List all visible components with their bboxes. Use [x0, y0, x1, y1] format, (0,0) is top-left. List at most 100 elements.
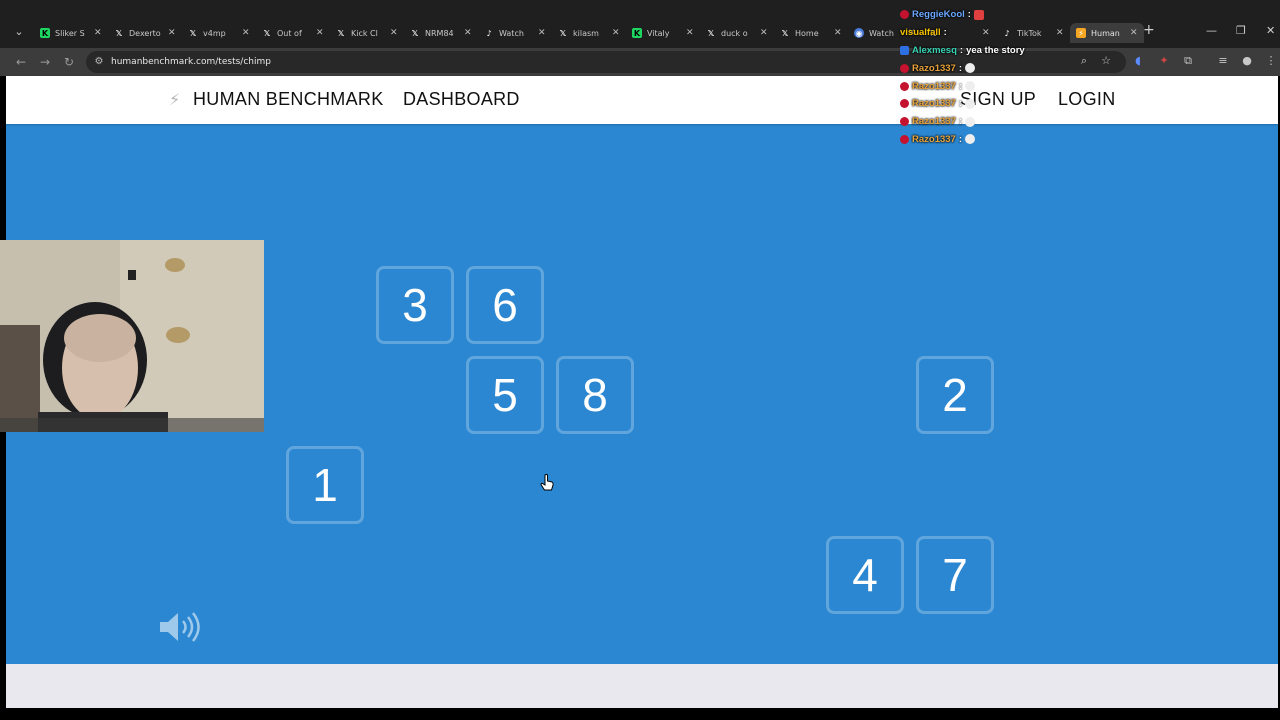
- chat-separator: :: [958, 80, 963, 92]
- hand-cursor-icon: [540, 474, 554, 491]
- twitch-icon: ◉: [854, 28, 864, 38]
- media-controls-icon[interactable]: ≡: [1215, 53, 1231, 69]
- browser-tab[interactable]: K Vitaly ✕: [626, 23, 700, 43]
- number-tile[interactable]: 4: [826, 536, 904, 614]
- chat-username: ReggieKool: [912, 9, 965, 21]
- browser-tab-title: Watch: [499, 28, 524, 38]
- browser-tab[interactable]: 𝕏 Dexerto ✕: [108, 23, 182, 43]
- chat-emote-icon: [973, 9, 984, 20]
- minimize-icon[interactable]: —: [1206, 24, 1217, 37]
- browser-tab[interactable]: 𝕏 Out of ✕: [256, 23, 330, 43]
- chat-username: Razo1337: [912, 133, 956, 145]
- browser-tab[interactable]: 𝕏 NRM84 ✕: [404, 23, 478, 43]
- browser-toolbar: ← → ↻ ⚙ humanbenchmark.com/tests/chimp ⌕…: [0, 48, 1280, 76]
- reload-icon[interactable]: ↻: [60, 53, 78, 71]
- back-icon[interactable]: ←: [12, 53, 30, 71]
- browser-tab-title: Human: [1091, 28, 1120, 38]
- humanbenchmark-icon: ⚡: [1076, 28, 1086, 38]
- chat-text: yea the story: [966, 44, 1025, 56]
- browser-tab-title: v4mp: [203, 28, 226, 38]
- browser-tab-title: Sliker S: [55, 28, 85, 38]
- x-icon: 𝕏: [559, 28, 567, 38]
- tab-close-icon[interactable]: ✕: [538, 28, 546, 38]
- kick-icon: K: [40, 28, 50, 38]
- tab-close-icon[interactable]: ✕: [94, 28, 102, 38]
- window-close-icon[interactable]: ✕: [1266, 24, 1275, 37]
- number-tile[interactable]: 6: [466, 266, 544, 344]
- login-link[interactable]: LOGIN: [1058, 89, 1116, 110]
- profile-avatar-icon[interactable]: ●: [1239, 53, 1255, 69]
- brand-link[interactable]: HUMAN BENCHMARK: [193, 89, 384, 110]
- number-tile[interactable]: 8: [556, 356, 634, 434]
- chat-separator: :: [958, 133, 963, 145]
- browser-tab[interactable]: ♪ Watch ✕: [478, 23, 552, 43]
- extensions-puzzle-icon[interactable]: ⧉: [1180, 53, 1196, 69]
- browser-tab-title: Kick Cl: [351, 28, 378, 38]
- x-icon: 𝕏: [411, 28, 419, 38]
- chat-badge-icon: [900, 45, 909, 55]
- url-text[interactable]: humanbenchmark.com/tests/chimp: [111, 55, 271, 69]
- chat-separator: :: [943, 27, 947, 39]
- speaker-icon[interactable]: [158, 610, 204, 644]
- page-footer: [6, 664, 1278, 708]
- chat-message: Razo1337:: [900, 95, 1060, 113]
- number-tile[interactable]: 7: [916, 536, 994, 614]
- tab-close-icon[interactable]: ✕: [760, 28, 768, 38]
- number-tile[interactable]: 3: [376, 266, 454, 344]
- tab-close-icon[interactable]: ✕: [464, 28, 472, 38]
- tab-close-icon[interactable]: ✕: [612, 28, 620, 38]
- browser-tab-title: duck o: [721, 28, 748, 38]
- number-tile[interactable]: 1: [286, 446, 364, 524]
- kick-icon: K: [632, 28, 642, 38]
- lightning-bolt-icon[interactable]: ⚡: [169, 90, 180, 109]
- x-icon: 𝕏: [115, 28, 123, 38]
- browser-tab[interactable]: K Sliker S ✕: [34, 23, 108, 43]
- stream-chat-overlay: ReggieKool: visualfall: Alexmesq: yea the s…: [900, 6, 1060, 148]
- browser-tab[interactable]: 𝕏duck o ✕: [700, 23, 774, 43]
- screen: ⌄ K Sliker S ✕ 𝕏 Dexerto ✕ 𝕏v4mp ✕ 𝕏 Out of ✕ 𝕏 Kick…: [0, 0, 1280, 720]
- browser-tab[interactable]: 𝕏v4mp ✕: [182, 23, 256, 43]
- tab-close-icon[interactable]: ✕: [686, 28, 694, 38]
- tab-close-icon[interactable]: ✕: [168, 28, 176, 38]
- browser-tab[interactable]: 𝕏 Kick Cl ✕: [330, 23, 404, 43]
- zoom-icon[interactable]: ⌕: [1076, 53, 1092, 69]
- browser-tab[interactable]: 𝕏 Home ✕: [774, 23, 848, 43]
- number-tile[interactable]: 5: [466, 356, 544, 434]
- site-info-icon[interactable]: ⚙: [92, 55, 106, 69]
- site-navbar: ⚡ HUMAN BENCHMARK DASHBOARD SIGN UP LOGI…: [6, 76, 1278, 124]
- chat-emote-icon: [965, 81, 976, 92]
- tab-close-icon[interactable]: ✕: [242, 28, 250, 38]
- browser-tab-strip: ⌄ K Sliker S ✕ 𝕏 Dexerto ✕ 𝕏v4mp ✕ 𝕏 Out of ✕ 𝕏 Kick…: [0, 0, 1280, 48]
- chat-message: Razo1337:: [900, 113, 1060, 131]
- extension-icon[interactable]: ✦: [1156, 53, 1172, 69]
- number-tile[interactable]: 2: [916, 356, 994, 434]
- bookmark-star-icon[interactable]: ☆: [1098, 53, 1114, 69]
- extension-icon[interactable]: ◖: [1130, 53, 1146, 69]
- chat-message: Razo1337:: [900, 77, 1060, 95]
- dashboard-link[interactable]: DASHBOARD: [403, 89, 520, 110]
- tiktok-icon: ♪: [486, 28, 492, 38]
- browser-tab[interactable]: ⚡ Human ✕: [1070, 23, 1144, 43]
- browser-menu-icon[interactable]: ⋮: [1263, 53, 1279, 69]
- forward-icon[interactable]: →: [36, 53, 54, 71]
- chat-emote-icon: [965, 63, 976, 74]
- browser-tab[interactable]: 𝕏kilasm ✕: [552, 23, 626, 43]
- new-tab-icon[interactable]: +: [1143, 22, 1155, 38]
- browser-tab-title: Out of: [277, 28, 302, 38]
- chat-username: Alexmesq: [912, 44, 957, 56]
- chat-badge-icon: [900, 134, 909, 144]
- tab-close-icon[interactable]: ✕: [1130, 28, 1138, 38]
- restore-icon[interactable]: ❐: [1236, 24, 1246, 37]
- chat-message: Razo1337:: [900, 131, 1060, 149]
- tab-close-icon[interactable]: ✕: [390, 28, 398, 38]
- tab-close-icon[interactable]: ✕: [834, 28, 842, 38]
- tab-search-icon[interactable]: ⌄: [10, 23, 28, 41]
- x-icon: 𝕏: [337, 28, 345, 38]
- chat-badge-icon: [900, 117, 909, 127]
- browser-tab-title: Watch: [869, 28, 894, 38]
- chat-username: Razo1337: [912, 98, 956, 110]
- chat-message: Razo1337:: [900, 59, 1060, 77]
- chat-username: visualfall: [900, 27, 941, 39]
- tab-close-icon[interactable]: ✕: [316, 28, 324, 38]
- chat-username: Razo1337: [912, 116, 956, 128]
